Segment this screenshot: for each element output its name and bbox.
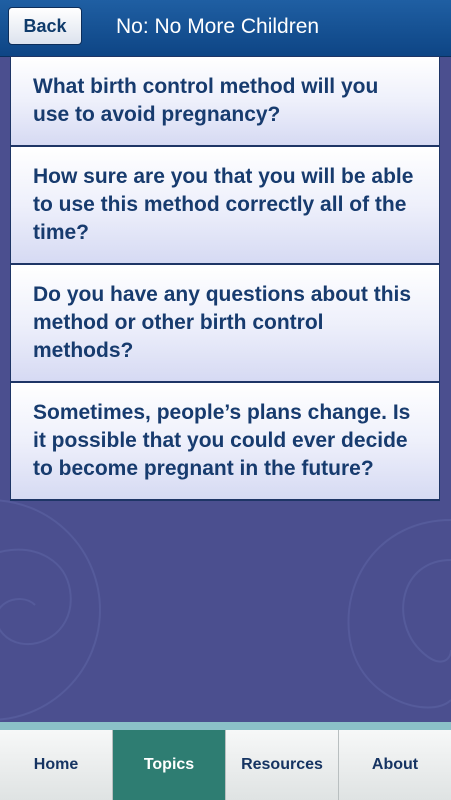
- back-button[interactable]: Back: [8, 7, 82, 45]
- question-item[interactable]: How sure are you that you will be able t…: [10, 147, 440, 265]
- tab-about[interactable]: About: [339, 730, 451, 800]
- tab-bar: Home Topics Resources About: [0, 722, 451, 800]
- question-list: What birth control method will you use t…: [10, 56, 440, 501]
- navigation-header: Back No: No More Children: [0, 0, 451, 57]
- question-item[interactable]: Do you have any questions about this met…: [10, 265, 440, 383]
- question-item[interactable]: What birth control method will you use t…: [10, 56, 440, 147]
- tab-home[interactable]: Home: [0, 730, 113, 800]
- tab-resources[interactable]: Resources: [226, 730, 339, 800]
- question-item[interactable]: Sometimes, people’s plans change. Is it …: [10, 383, 440, 501]
- page-title: No: No More Children: [116, 15, 320, 38]
- tab-topics[interactable]: Topics: [113, 730, 226, 800]
